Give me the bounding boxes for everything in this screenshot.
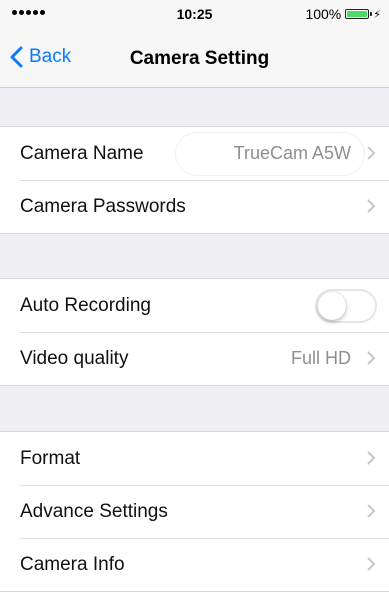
- chevron-right-icon: [367, 146, 376, 160]
- battery-icon: [345, 9, 373, 19]
- video-quality-value: Full HD: [290, 348, 351, 368]
- navigation-bar: Back Camera Setting: [0, 28, 389, 88]
- toggle-knob: [318, 292, 346, 320]
- advance-settings-label: Advance Settings: [20, 500, 168, 522]
- status-bar: 10:25 100% ⚡: [0, 0, 389, 28]
- auto-recording-toggle[interactable]: [315, 289, 377, 323]
- page-title: Camera Setting: [129, 48, 270, 69]
- charging-icon: ⚡: [373, 8, 381, 21]
- format-label: Format: [20, 447, 81, 469]
- chevron-right-icon: [367, 504, 376, 518]
- camera-name-row[interactable]: Camera Name TrueCam A5W: [0, 127, 389, 180]
- auto-recording-row: Auto Recording: [0, 279, 389, 332]
- video-quality-label: Video quality: [20, 347, 129, 369]
- chevron-right-icon: [367, 351, 376, 365]
- battery-fill: [347, 11, 368, 17]
- format-row[interactable]: Format: [0, 432, 389, 485]
- chevron-right-icon: [367, 451, 376, 465]
- chevron-right-icon: [367, 557, 376, 571]
- camera-info-label: Camera Info: [20, 553, 125, 575]
- camera-name-value: TrueCam A5W: [233, 143, 351, 163]
- camera-passwords-label: Camera Passwords: [20, 195, 186, 217]
- battery-indicator: 100% ⚡: [305, 6, 381, 22]
- camera-info-row[interactable]: Camera Info: [0, 538, 389, 591]
- system-settings-group: Format Advance Settings Camera Info: [0, 431, 389, 592]
- camera-name-label: Camera Name: [20, 142, 144, 164]
- camera-settings-group: Camera Name TrueCam A5W Camera Passwords: [0, 126, 389, 234]
- auto-recording-label: Auto Recording: [20, 294, 151, 316]
- battery-percent: 100%: [305, 6, 342, 22]
- chevron-right-icon: [367, 199, 376, 213]
- recording-settings-group: Auto Recording Video quality Full HD: [0, 278, 389, 386]
- video-quality-row[interactable]: Video quality Full HD: [0, 332, 389, 385]
- camera-passwords-row[interactable]: Camera Passwords: [0, 180, 389, 233]
- advance-settings-row[interactable]: Advance Settings: [0, 485, 389, 538]
